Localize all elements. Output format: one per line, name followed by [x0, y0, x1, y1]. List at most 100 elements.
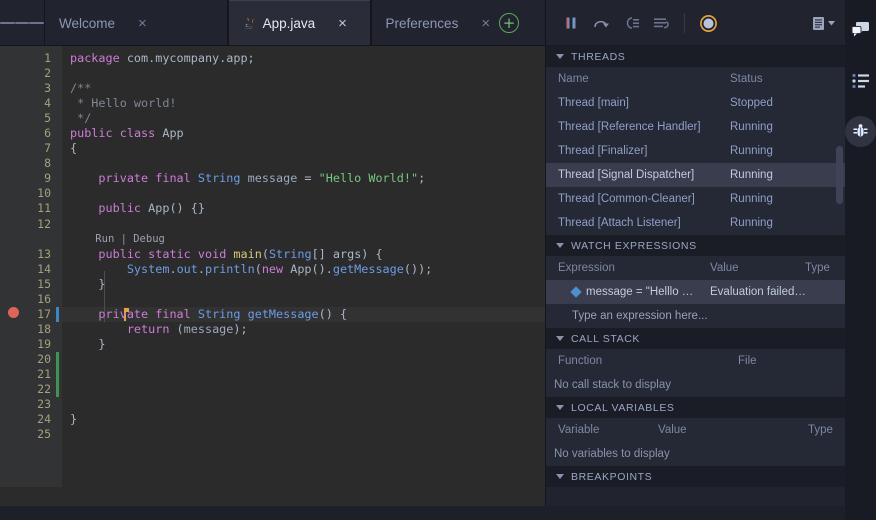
watch-expression-row[interactable]: message = "Helllo … Evaluation failed…	[546, 280, 845, 304]
code-line[interactable]	[62, 292, 545, 307]
java-icon	[243, 16, 256, 31]
breakpoint-gutter[interactable]	[0, 46, 28, 487]
code-line[interactable]	[62, 427, 545, 442]
code-line[interactable]: public static void main(String[] args) {	[62, 247, 545, 262]
threads-col-status: Status	[730, 73, 845, 85]
watch-col-expression: Expression	[558, 262, 710, 274]
debug-panel: THREADS Name Status Thread [main]Stopped…	[545, 0, 845, 506]
code-line[interactable]	[62, 367, 545, 382]
thread-row[interactable]: Thread [Common-Cleaner]Running	[546, 187, 845, 211]
code-line[interactable]	[62, 397, 545, 412]
threads-column-headers: Name Status	[546, 67, 845, 91]
line-number: 18	[28, 322, 54, 337]
section-header-call-stack[interactable]: CALL STACK	[546, 328, 845, 349]
tab-app-java[interactable]: App.java ×	[228, 0, 371, 46]
line-number: 5	[28, 111, 54, 126]
debug-console-button[interactable]	[812, 16, 835, 31]
line-number: 8	[28, 156, 54, 171]
debug-toolbar	[546, 0, 845, 46]
code-text-area[interactable]: package com.mycompany.app; /** * Hello w…	[62, 46, 545, 487]
line-number: 19	[28, 337, 54, 352]
tab-app-java-close-icon[interactable]: ×	[338, 16, 347, 31]
local-variables-col-value: Value	[658, 424, 808, 436]
code-line[interactable]	[62, 186, 545, 201]
thread-row[interactable]: Thread [Signal Dispatcher]Running	[546, 163, 845, 187]
code-line[interactable]: public class App	[62, 126, 545, 141]
thread-row[interactable]: Thread [Finalizer]Running	[546, 139, 845, 163]
line-number: 20	[28, 352, 54, 367]
code-line[interactable]: private final String getMessage() {	[62, 307, 545, 322]
watch-column-headers: Expression Value Type	[546, 256, 845, 280]
tab-preferences-close-icon[interactable]: ×	[481, 16, 490, 31]
code-lens-run[interactable]: Run	[95, 233, 114, 245]
tab-preferences[interactable]: Preferences × +	[371, 0, 545, 46]
code-line[interactable]: /**	[62, 81, 545, 96]
code-lens-run-debug[interactable]: Run | Debug	[62, 232, 545, 247]
line-number: 16	[28, 292, 54, 307]
watch-expression-input[interactable]: Type an expression here...	[546, 304, 845, 328]
code-editor[interactable]: 123456789101112 131415161718192021222324…	[0, 46, 545, 487]
code-line[interactable]	[62, 352, 545, 367]
step-into-button[interactable]	[616, 8, 646, 38]
thread-status: Running	[730, 121, 845, 133]
section-header-watch-expressions[interactable]: WATCH EXPRESSIONS	[546, 235, 845, 256]
section-body-threads: Name Status Thread [main]StoppedThread […	[546, 67, 845, 235]
tab-welcome-close-icon[interactable]: ×	[138, 16, 147, 31]
thread-row[interactable]: Thread [Attach Listener]Running	[546, 211, 845, 235]
changed-lines-marker	[56, 352, 59, 397]
hamburger-menu-icon[interactable]	[0, 0, 44, 46]
code-line[interactable]: {	[62, 141, 545, 156]
thread-name: Thread [Finalizer]	[558, 145, 730, 157]
code-line[interactable]: package com.mycompany.app;	[62, 51, 545, 66]
code-line[interactable]: * Hello world!	[62, 96, 545, 111]
section-header-threads[interactable]: THREADS	[546, 46, 845, 67]
step-out-button[interactable]	[646, 8, 676, 38]
watch-col-value: Value	[710, 262, 805, 274]
section-header-breakpoints[interactable]: BREAKPOINTS	[546, 466, 845, 487]
code-line[interactable]: return (message);	[62, 322, 545, 337]
watch-expression-value: Evaluation failed…	[710, 286, 805, 298]
code-line[interactable]	[62, 382, 545, 397]
code-line[interactable]: System.out.println(new App().getMessage(…	[62, 262, 545, 277]
code-line[interactable]: }	[62, 277, 545, 292]
thread-status: Running	[730, 217, 845, 229]
code-line[interactable]: */	[62, 111, 545, 126]
line-number: 10	[28, 186, 54, 201]
outline-icon[interactable]	[845, 65, 876, 96]
chat-icon[interactable]	[845, 14, 876, 45]
watch-expression-placeholder: Type an expression here...	[572, 310, 708, 322]
section-body-watch-expressions: Expression Value Type message = "Helllo …	[546, 256, 845, 328]
thread-row[interactable]: Thread [Reference Handler]Running	[546, 115, 845, 139]
line-number: 2	[28, 66, 54, 81]
debug-sections-scroll[interactable]: THREADS Name Status Thread [main]Stopped…	[546, 46, 845, 506]
line-number: 4	[28, 96, 54, 111]
stop-button[interactable]	[693, 8, 723, 38]
tab-app-java-label: App.java	[263, 16, 316, 31]
toolbar-separator	[684, 13, 685, 33]
pause-button[interactable]	[556, 8, 586, 38]
chevron-down-icon	[556, 243, 564, 248]
section-title-breakpoints: BREAKPOINTS	[571, 471, 652, 483]
line-number: 13	[28, 247, 54, 262]
breakpoint-marker[interactable]	[8, 307, 19, 318]
code-line[interactable]	[62, 66, 545, 81]
code-line[interactable]: }	[62, 412, 545, 427]
code-line[interactable]	[62, 156, 545, 171]
thread-row[interactable]: Thread [main]Stopped	[546, 91, 845, 115]
bug-icon[interactable]	[845, 116, 876, 147]
code-line[interactable]: }	[62, 337, 545, 352]
code-line[interactable]: public App() {}	[62, 201, 545, 216]
thread-status: Running	[730, 145, 845, 157]
code-lens-debug[interactable]: Debug	[133, 233, 165, 245]
section-header-local-variables[interactable]: LOCAL VARIABLES	[546, 397, 845, 418]
new-tab-button[interactable]: +	[499, 13, 519, 33]
debug-panel-scrollbar[interactable]	[836, 146, 843, 204]
local-variables-col-type: Type	[808, 424, 845, 436]
tab-welcome[interactable]: Welcome ×	[44, 0, 228, 46]
line-number: 22	[28, 382, 54, 397]
code-line[interactable]	[62, 217, 545, 232]
line-number: 23	[28, 397, 54, 412]
code-line[interactable]: private final String message = "Hello Wo…	[62, 171, 545, 186]
chevron-down-icon	[556, 54, 564, 59]
step-over-button[interactable]	[586, 8, 616, 38]
